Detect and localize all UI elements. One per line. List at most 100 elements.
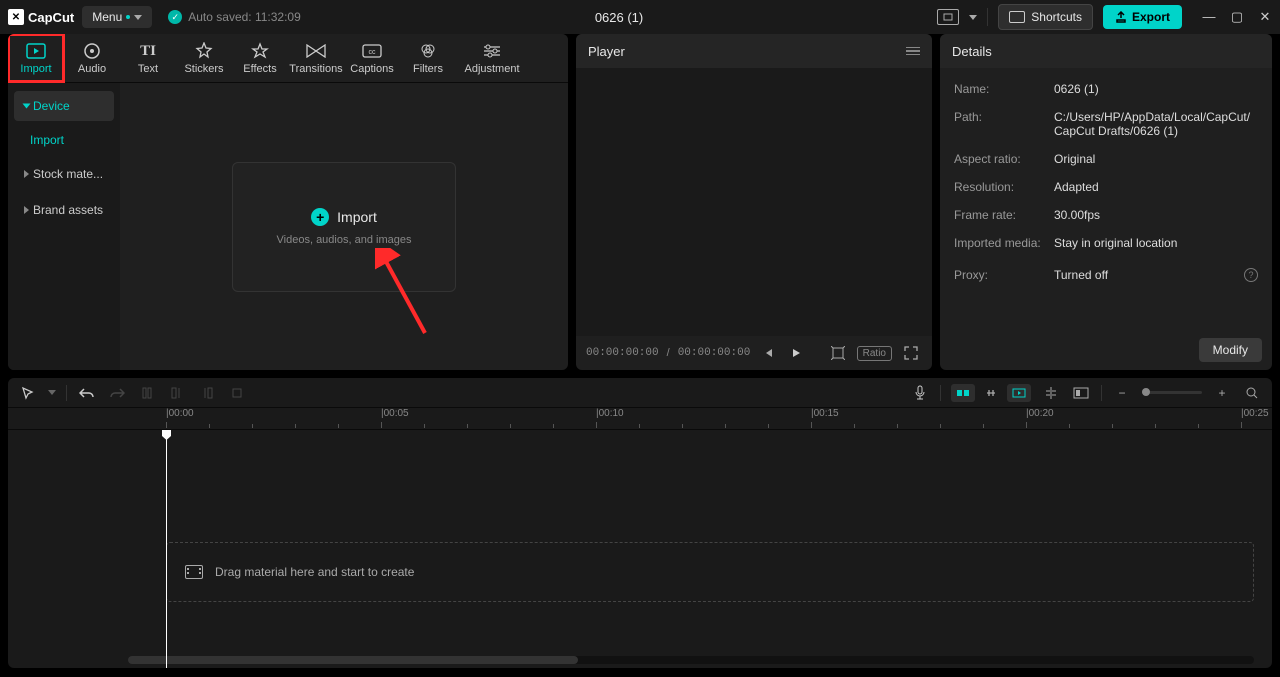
media-panel: Import Audio TI Text Stickers Effects Tr… bbox=[8, 34, 568, 370]
zoom-slider[interactable] bbox=[1142, 391, 1202, 394]
redo-button[interactable] bbox=[107, 383, 127, 403]
player-title: Player bbox=[588, 44, 625, 59]
tab-filters[interactable]: Filters bbox=[400, 34, 456, 82]
tab-audio-label: Audio bbox=[78, 63, 106, 75]
menu-button[interactable]: Menu bbox=[82, 6, 152, 28]
tab-import-label: Import bbox=[20, 63, 51, 75]
ruler-tick: |00:20 bbox=[1026, 408, 1054, 419]
ruler-tick: |00:15 bbox=[811, 408, 839, 419]
aspect-ratio-button[interactable] bbox=[937, 9, 959, 25]
player-time-total: 00:00:00:00 bbox=[678, 347, 751, 359]
ruler-tick: |00:05 bbox=[381, 408, 409, 419]
detail-path-key: Path: bbox=[954, 110, 1054, 138]
minimize-button[interactable]: — bbox=[1202, 9, 1216, 25]
detail-fps-val: 30.00fps bbox=[1054, 208, 1258, 222]
info-icon[interactable]: ? bbox=[1244, 268, 1258, 282]
tab-adjustment-label: Adjustment bbox=[464, 63, 519, 75]
tab-transitions[interactable]: Transitions bbox=[288, 34, 344, 82]
detail-fps-key: Frame rate: bbox=[954, 208, 1054, 222]
media-tabstrip: Import Audio TI Text Stickers Effects Tr… bbox=[8, 34, 568, 83]
detail-aspect-key: Aspect ratio: bbox=[954, 152, 1054, 166]
transitions-icon bbox=[306, 41, 326, 61]
ratio-button[interactable]: Ratio bbox=[857, 346, 892, 361]
menu-label: Menu bbox=[92, 10, 122, 24]
snap-main-button[interactable] bbox=[951, 384, 975, 402]
detail-res-key: Resolution: bbox=[954, 180, 1054, 194]
tab-adjustment[interactable]: Adjustment bbox=[456, 34, 528, 82]
tab-effects[interactable]: Effects bbox=[232, 34, 288, 82]
tab-stickers[interactable]: Stickers bbox=[176, 34, 232, 82]
player-time-current: 00:00:00:00 bbox=[586, 347, 659, 359]
delete-button[interactable] bbox=[227, 383, 247, 403]
modify-button[interactable]: Modify bbox=[1199, 338, 1262, 362]
sidenav-device[interactable]: Device bbox=[14, 91, 114, 121]
import-box[interactable]: + Import Videos, audios, and images bbox=[232, 162, 456, 292]
ruler-tick: |00:25 bbox=[1241, 408, 1269, 419]
crop-button[interactable] bbox=[827, 344, 849, 362]
tab-captions-label: Captions bbox=[350, 63, 393, 75]
cover-button[interactable] bbox=[1071, 383, 1091, 403]
mic-button[interactable] bbox=[910, 383, 930, 403]
sidenav-brand[interactable]: Brand assets bbox=[14, 195, 114, 225]
svg-text:cc: cc bbox=[369, 49, 377, 56]
timeline-drop-track[interactable]: Drag material here and start to create bbox=[166, 542, 1254, 602]
tab-text-label: Text bbox=[138, 63, 158, 75]
shortcuts-label: Shortcuts bbox=[1031, 10, 1082, 24]
snap-link-button[interactable] bbox=[979, 384, 1003, 402]
zoom-in-button[interactable]: + bbox=[1212, 383, 1232, 403]
autosave-text: Auto saved: 11:32:09 bbox=[188, 10, 301, 24]
timeline-ruler[interactable]: |00:00|00:05|00:10|00:15|00:20|00:25 bbox=[8, 408, 1272, 430]
shortcuts-button[interactable]: Shortcuts bbox=[998, 4, 1093, 30]
pointer-tool[interactable] bbox=[18, 383, 38, 403]
trim-right-button[interactable] bbox=[197, 383, 217, 403]
tab-filters-label: Filters bbox=[413, 63, 443, 75]
tab-import[interactable]: Import bbox=[8, 34, 64, 82]
tab-captions[interactable]: cc Captions bbox=[344, 34, 400, 82]
zoom-fit-button[interactable] bbox=[1242, 383, 1262, 403]
prev-frame-button[interactable] bbox=[758, 345, 778, 361]
timeline-body[interactable]: Drag material here and start to create bbox=[8, 430, 1272, 668]
snap-preview-button[interactable] bbox=[1007, 384, 1031, 402]
tab-effects-label: Effects bbox=[243, 63, 276, 75]
sidenav-stock[interactable]: Stock mate... bbox=[14, 159, 114, 189]
timeline-scrollbar[interactable] bbox=[128, 656, 1254, 664]
filters-icon bbox=[418, 41, 438, 61]
maximize-button[interactable]: ▢ bbox=[1230, 9, 1244, 25]
playhead[interactable] bbox=[166, 430, 167, 668]
export-button[interactable]: Export bbox=[1103, 5, 1182, 29]
capcut-logo-icon: ✕ bbox=[8, 9, 24, 25]
trim-left-button[interactable] bbox=[167, 383, 187, 403]
caret-down-icon bbox=[23, 104, 31, 109]
media-sidenav: Device Import Stock mate... Brand assets bbox=[8, 83, 120, 370]
import-drop-area: + Import Videos, audios, and images bbox=[120, 83, 568, 370]
player-menu-icon[interactable] bbox=[906, 47, 920, 56]
tab-stickers-label: Stickers bbox=[184, 63, 223, 75]
sidenav-stock-label: Stock mate... bbox=[33, 167, 103, 181]
player-viewport[interactable] bbox=[576, 68, 932, 336]
close-button[interactable]: ✕ bbox=[1258, 9, 1272, 25]
import-box-label: Import bbox=[337, 209, 377, 225]
text-icon: TI bbox=[138, 41, 158, 61]
tab-audio[interactable]: Audio bbox=[64, 34, 120, 82]
zoom-out-button[interactable]: − bbox=[1112, 383, 1132, 403]
details-panel: Details Name:0626 (1) Path:C:/Users/HP/A… bbox=[940, 34, 1272, 370]
snap-controls bbox=[951, 384, 1031, 402]
ruler-tick: |00:10 bbox=[596, 408, 624, 419]
fullscreen-button[interactable] bbox=[900, 344, 922, 362]
tab-text[interactable]: TI Text bbox=[120, 34, 176, 82]
app-name: CapCut bbox=[28, 10, 74, 25]
chevron-down-icon[interactable] bbox=[48, 390, 56, 395]
caret-right-icon bbox=[24, 170, 29, 178]
sidenav-brand-label: Brand assets bbox=[33, 203, 103, 217]
app-logo: ✕ CapCut bbox=[8, 9, 74, 25]
timeline-drop-hint: Drag material here and start to create bbox=[215, 565, 414, 579]
play-button[interactable] bbox=[786, 345, 806, 361]
align-button[interactable] bbox=[1041, 383, 1061, 403]
undo-button[interactable] bbox=[77, 383, 97, 403]
caret-right-icon bbox=[24, 206, 29, 214]
audio-icon bbox=[82, 41, 102, 61]
adjustment-icon bbox=[482, 41, 502, 61]
sidenav-import[interactable]: Import bbox=[14, 127, 114, 153]
chevron-down-icon[interactable] bbox=[969, 15, 977, 20]
split-button[interactable] bbox=[137, 383, 157, 403]
